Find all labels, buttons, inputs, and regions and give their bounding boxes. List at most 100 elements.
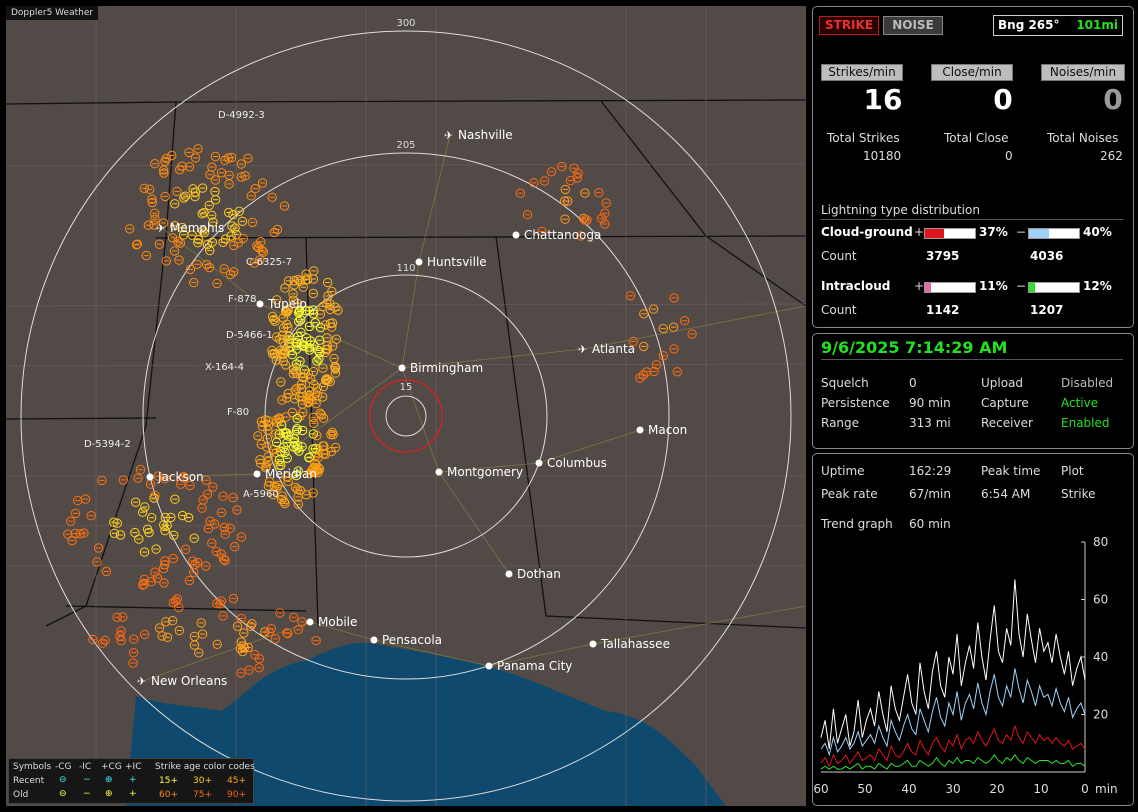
city-jackson: Jackson bbox=[157, 470, 204, 484]
peak-rate-label: Peak rate bbox=[821, 487, 878, 501]
gulf-water bbox=[221, 642, 726, 806]
city-huntsville: Huntsville bbox=[427, 255, 487, 269]
city-tallahassee: Tallahassee bbox=[600, 637, 670, 651]
squelch-value[interactable]: 0 bbox=[909, 376, 917, 390]
legend-symbols-label: Symbols bbox=[13, 762, 52, 772]
legend-old-label: Old bbox=[13, 790, 29, 800]
total-strikes-value: 10180 bbox=[863, 149, 902, 163]
total-noises-value: 262 bbox=[1100, 149, 1123, 163]
map-canvas[interactable]: 300 205 110 15 D-4992-3 C-6325-7 F-878 D-5466-… bbox=[6, 6, 806, 806]
city-dot-icon bbox=[398, 364, 406, 372]
trend-x-tick-label: 60 bbox=[813, 782, 828, 796]
trend-x-tick-label: 50 bbox=[857, 782, 872, 796]
storm-cell-label: D-5394-2 bbox=[84, 439, 131, 450]
strike-mode-button[interactable]: STRIKE bbox=[819, 16, 879, 35]
age-45: 45+ bbox=[227, 776, 246, 786]
noise-mode-button[interactable]: NOISE bbox=[883, 16, 943, 35]
cg-negative-bar bbox=[1028, 228, 1080, 239]
persistence-value[interactable]: 90 min bbox=[909, 396, 951, 410]
ic-positive-bar bbox=[924, 282, 976, 293]
noises-per-min-value: 0 bbox=[1103, 83, 1123, 116]
range-labels: 300 205 110 15 bbox=[396, 18, 415, 393]
minus-ic-recent-icon: − bbox=[83, 775, 91, 785]
strike-legend: Symbols -CG -IC +CG +IC Strike age color… bbox=[8, 758, 255, 804]
city-chattanooga: Chattanooga bbox=[524, 228, 601, 242]
city-memphis: Memphis bbox=[170, 221, 224, 235]
legend-plus-ic: +IC bbox=[125, 762, 142, 772]
trend-x-axis-label: min bbox=[1095, 782, 1118, 796]
capture-value[interactable]: Active bbox=[1061, 396, 1098, 410]
ic-positive-count: 1142 bbox=[926, 303, 960, 317]
airport-icon: ✈ bbox=[444, 129, 453, 142]
city-meridian: Meridian bbox=[265, 467, 317, 481]
city-tupelo: Tupelo bbox=[267, 297, 307, 311]
trend-graph-label: Trend graph bbox=[821, 517, 893, 531]
cg-plus-sign: + bbox=[914, 225, 925, 239]
close-per-min-label: Close/min bbox=[931, 64, 1013, 81]
storm-cell-label: F-878 bbox=[228, 294, 256, 305]
peak-time-label: Peak time bbox=[981, 464, 1041, 478]
city-birmingham: Birmingham bbox=[410, 361, 483, 375]
plot-value[interactable]: Strike bbox=[1061, 487, 1096, 501]
city-mobile: Mobile bbox=[318, 615, 357, 629]
lightning-map[interactable]: 300 205 110 15 D-4992-3 C-6325-7 F-878 D-5466-… bbox=[6, 6, 806, 806]
ic-negative-pct: 12% bbox=[1083, 279, 1112, 293]
upload-value[interactable]: Disabled bbox=[1061, 376, 1113, 390]
city-dot-icon bbox=[589, 640, 597, 648]
age-30: 30+ bbox=[193, 776, 212, 786]
city-columbus: Columbus bbox=[547, 456, 607, 470]
datetime-divider bbox=[821, 359, 1123, 360]
receiver-value[interactable]: Enabled bbox=[1061, 416, 1110, 430]
intracloud-label: Intracloud bbox=[821, 279, 891, 293]
trend-graph-value[interactable]: 60 min bbox=[909, 517, 951, 531]
city-dot-icon bbox=[505, 570, 513, 578]
storm-cell-label: D-5466-1 bbox=[226, 330, 273, 341]
storm-cell-label: F-80 bbox=[227, 407, 249, 418]
minus-ic-old-icon: − bbox=[83, 789, 91, 799]
cg-negative-pct: 40% bbox=[1083, 225, 1112, 239]
ic-minus-sign: − bbox=[1016, 279, 1027, 293]
ic-count-label: Count bbox=[821, 303, 857, 317]
age-75: 75+ bbox=[193, 790, 212, 800]
minus-cg-recent-icon: ⊖ bbox=[59, 775, 67, 785]
storm-cell-label: C-6325-7 bbox=[246, 257, 292, 268]
persistence-label: Persistence bbox=[821, 396, 890, 410]
ic-positive-bar-fill bbox=[925, 283, 931, 292]
airport-icon: ✈ bbox=[156, 222, 165, 235]
city-dot-icon bbox=[370, 636, 378, 644]
trend-x-tick-label: 10 bbox=[1033, 782, 1048, 796]
squelch-label: Squelch bbox=[821, 376, 869, 390]
ic-negative-bar bbox=[1028, 282, 1080, 293]
range-label-15: 15 bbox=[400, 382, 413, 393]
peak-rate-value: 67/min bbox=[909, 487, 951, 501]
capture-label: Capture bbox=[981, 396, 1029, 410]
cg-minus-sign: − bbox=[1016, 225, 1027, 239]
range-value[interactable]: 313 mi bbox=[909, 416, 951, 430]
city-new-orleans: New Orleans bbox=[151, 674, 227, 688]
close-per-min-value: 0 bbox=[993, 83, 1013, 116]
cg-positive-pct: 37% bbox=[979, 225, 1008, 239]
stats-panel: Uptime 162:29 Peak time Plot Peak rate 6… bbox=[812, 453, 1134, 806]
city-dot-icon bbox=[485, 662, 493, 670]
cg-positive-count: 3795 bbox=[926, 249, 960, 263]
ic-negative-count: 1207 bbox=[1030, 303, 1064, 317]
app-title: Doppler5 Weather bbox=[6, 6, 99, 20]
distance-value: 101mi bbox=[1076, 18, 1118, 32]
city-pensacola: Pensacola bbox=[382, 633, 442, 647]
age-60: 60+ bbox=[159, 790, 178, 800]
city-dothan: Dothan bbox=[517, 567, 561, 581]
city-dot-icon bbox=[636, 426, 644, 434]
cg-positive-bar-fill bbox=[925, 229, 944, 238]
plus-cg-recent-icon: ⊕ bbox=[105, 775, 113, 785]
legend-age-label: Strike age color codes bbox=[155, 762, 255, 772]
ic-plus-sign: + bbox=[914, 279, 925, 293]
trend-graph: 80 60 40 20 60 50 40 30 20 10 0 min bbox=[813, 535, 1118, 796]
trend-y-tick-label: 40 bbox=[1093, 650, 1108, 664]
city-dot-icon bbox=[253, 470, 261, 478]
ic-positive-pct: 11% bbox=[979, 279, 1008, 293]
city-macon: Macon bbox=[648, 423, 687, 437]
bearing-display: Bng 265° 101mi bbox=[993, 15, 1123, 36]
total-close-value: 0 bbox=[1005, 149, 1013, 163]
trend-y-tick-label: 60 bbox=[1093, 593, 1108, 607]
trend-x-tick-label: 30 bbox=[945, 782, 960, 796]
